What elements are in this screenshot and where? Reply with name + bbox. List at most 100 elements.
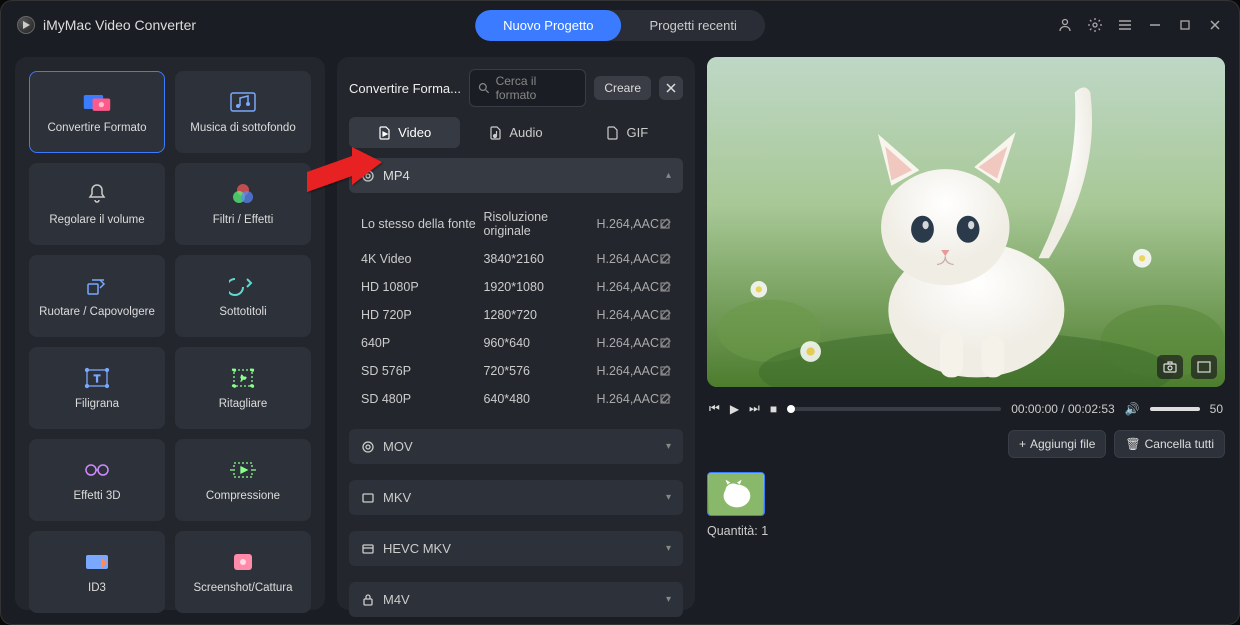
audio-file-icon: [489, 126, 503, 140]
tool-background-music[interactable]: Musica di sottofondo: [175, 71, 311, 153]
edit-icon[interactable]: [659, 218, 671, 230]
format-icon: [361, 542, 375, 556]
search-icon: [478, 82, 490, 94]
tool-watermark[interactable]: T Filigrana: [29, 347, 165, 429]
chevron-down-icon: ▾: [666, 492, 671, 503]
volume-icon[interactable]: 🔊: [1125, 402, 1140, 416]
playback-controls: ⏮ ▶ ⏭ ■ 00:00:00 / 00:02:53 🔊 50: [707, 397, 1225, 420]
clear-all-button[interactable]: 🗑Cancella tutti: [1114, 430, 1225, 458]
preset-row[interactable]: HD 1080P1920*1080H.264,AAC: [349, 273, 683, 301]
3d-icon: [82, 458, 112, 482]
close-button[interactable]: [1207, 17, 1223, 33]
rotate-icon: [82, 274, 112, 298]
app-title-text: iMyMac Video Converter: [43, 17, 196, 33]
project-tabs: Nuovo Progetto Progetti recenti: [475, 10, 765, 41]
prev-button[interactable]: ⏮: [709, 401, 720, 416]
preset-row[interactable]: HD 720P1280*720H.264,AAC: [349, 301, 683, 329]
preset-row[interactable]: SD 480P640*480H.264,AAC: [349, 385, 683, 413]
preview-overlay-controls: [1157, 355, 1217, 379]
tool-adjust-volume[interactable]: Regolare il volume: [29, 163, 165, 245]
tool-label: Filtri / Effetti: [213, 214, 274, 226]
format-search-input[interactable]: Cerca il formato: [469, 69, 586, 107]
tool-label: Convertire Formato: [47, 122, 146, 134]
preset-row[interactable]: SD 576P720*576H.264,AAC: [349, 357, 683, 385]
screenshot-icon: [228, 550, 258, 574]
subtitle-icon: [228, 274, 258, 298]
volume-slider[interactable]: [1150, 407, 1200, 411]
settings-icon[interactable]: [1087, 17, 1103, 33]
next-button[interactable]: ⏭: [749, 401, 760, 416]
format-icon: [361, 440, 375, 454]
tool-convert-format[interactable]: Convertire Formato: [29, 71, 165, 153]
tool-rotate-flip[interactable]: Ruotare / Capovolgere: [29, 255, 165, 337]
video-file-icon: [378, 126, 392, 140]
add-file-button[interactable]: +Aggiungi file: [1008, 430, 1106, 458]
tab-gif[interactable]: GIF: [572, 117, 683, 148]
file-list: Quantità: 1: [707, 468, 1225, 610]
tool-screenshot-capture[interactable]: Screenshot/Cattura: [175, 531, 311, 613]
file-quantity: Quantità: 1: [707, 524, 1225, 538]
preset-row[interactable]: Lo stesso della fonteRisoluzione origina…: [349, 203, 683, 245]
music-icon: [228, 90, 258, 114]
tab-video[interactable]: Video: [349, 117, 460, 148]
app-logo-icon: [17, 16, 35, 34]
format-group-mp4[interactable]: MP4 ▴: [349, 158, 683, 193]
tab-audio[interactable]: Audio: [460, 117, 571, 148]
filter-icon: [228, 182, 258, 206]
preset-row[interactable]: 640P960*640H.264,AAC: [349, 329, 683, 357]
format-group-mov[interactable]: MOV▾: [349, 429, 683, 464]
id3-icon: [82, 550, 112, 574]
edit-icon[interactable]: [659, 309, 671, 321]
tool-subtitles[interactable]: Sottotitoli: [175, 255, 311, 337]
chevron-down-icon: ▾: [666, 594, 671, 605]
tool-label: Musica di sottofondo: [190, 122, 295, 134]
preview-panel: ⏮ ▶ ⏭ ■ 00:00:00 / 00:02:53 🔊 50 +Aggiun…: [707, 57, 1225, 610]
edit-icon[interactable]: [659, 253, 671, 265]
tool-label: Regolare il volume: [49, 214, 144, 226]
tool-compression[interactable]: Compressione: [175, 439, 311, 521]
tool-label: Screenshot/Cattura: [193, 582, 292, 594]
file-actions: +Aggiungi file 🗑Cancella tutti: [707, 430, 1225, 458]
time-display: 00:00:00 / 00:02:53: [1011, 402, 1114, 416]
video-preview[interactable]: [707, 57, 1225, 387]
minimize-button[interactable]: [1147, 17, 1163, 33]
maximize-button[interactable]: [1177, 17, 1193, 33]
tab-video-label: Video: [398, 125, 431, 140]
stop-button[interactable]: ■: [770, 402, 777, 416]
tab-recent-projects[interactable]: Progetti recenti: [621, 10, 764, 41]
menu-icon[interactable]: [1117, 17, 1133, 33]
title-bar: iMyMac Video Converter Nuovo Progetto Pr…: [1, 1, 1239, 49]
format-group-mkv[interactable]: MKV▾: [349, 480, 683, 515]
bell-icon: [82, 182, 112, 206]
format-group-hevc-mkv[interactable]: HEVC MKV▾: [349, 531, 683, 566]
preset-list: Lo stesso della fonteRisoluzione origina…: [349, 203, 683, 413]
tool-3d-effects[interactable]: Effetti 3D: [29, 439, 165, 521]
tool-crop[interactable]: Ritagliare: [175, 347, 311, 429]
close-icon: [666, 83, 676, 93]
create-button[interactable]: Creare: [594, 76, 651, 100]
camera-icon: [1163, 361, 1177, 373]
edit-icon[interactable]: [659, 393, 671, 405]
tool-label: Filigrana: [75, 398, 119, 410]
close-panel-button[interactable]: [659, 76, 683, 100]
edit-icon[interactable]: [659, 365, 671, 377]
snapshot-button[interactable]: [1157, 355, 1183, 379]
preset-row[interactable]: 4K Video3840*2160H.264,AAC: [349, 245, 683, 273]
tool-filters-effects[interactable]: Filtri / Effetti: [175, 163, 311, 245]
file-thumbnail[interactable]: [707, 472, 765, 516]
fullscreen-button[interactable]: [1191, 355, 1217, 379]
panel-header: Convertire Forma... Cerca il formato Cre…: [349, 69, 683, 107]
compress-icon: [228, 458, 258, 482]
tool-id3[interactable]: ID3: [29, 531, 165, 613]
edit-icon[interactable]: [659, 337, 671, 349]
tool-label: Ritagliare: [219, 398, 268, 410]
format-group-m4v[interactable]: M4V▾: [349, 582, 683, 617]
user-icon[interactable]: [1057, 17, 1073, 33]
progress-slider[interactable]: [787, 407, 1001, 411]
play-button[interactable]: ▶: [730, 402, 739, 416]
gif-file-icon: [606, 126, 620, 140]
chevron-down-icon: ▾: [666, 543, 671, 554]
fullscreen-icon: [1197, 361, 1211, 373]
edit-icon[interactable]: [659, 281, 671, 293]
tab-new-project[interactable]: Nuovo Progetto: [475, 10, 621, 41]
